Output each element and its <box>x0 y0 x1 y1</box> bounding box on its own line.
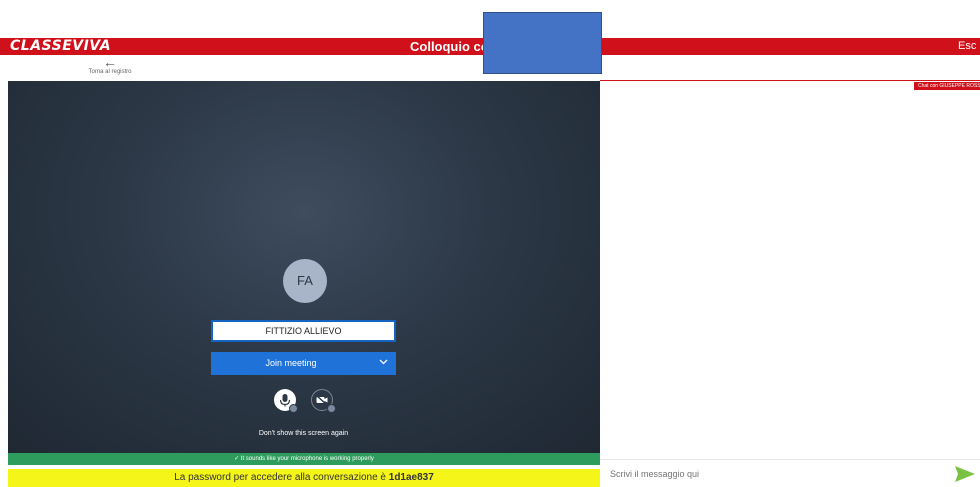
exit-link[interactable]: Esc <box>958 38 976 55</box>
back-button[interactable]: ← Torna al registro <box>80 54 140 75</box>
chat-divider <box>600 80 980 81</box>
mic-options-icon[interactable] <box>289 404 298 413</box>
password-code: 1d1ae837 <box>388 472 434 483</box>
join-meeting-button[interactable]: Join meeting <box>211 352 396 375</box>
microphone-toggle[interactable] <box>274 389 298 413</box>
microphone-status-bar: ✓ It sounds like your microphone is work… <box>8 453 600 465</box>
password-banner: La password per accedere alla conversazi… <box>8 469 600 487</box>
send-icon[interactable] <box>954 465 976 483</box>
chat-input-divider <box>600 459 980 460</box>
chat-message-input[interactable] <box>604 462 956 486</box>
name-input[interactable] <box>211 320 396 342</box>
arrow-left-icon: ← <box>103 54 117 70</box>
camera-options-icon[interactable] <box>327 404 336 413</box>
dont-show-again-link[interactable]: Don't show this screen again <box>211 430 396 437</box>
back-label: Torna al registro <box>88 69 132 75</box>
avatar: FA <box>283 259 327 303</box>
classeviva-logo: CLASSEVIVA <box>10 38 112 54</box>
redaction-box <box>483 12 602 74</box>
chat-tab[interactable]: Chat con GIUSEPPE ROSSITTO <box>914 82 980 90</box>
chevron-down-icon[interactable] <box>379 356 388 370</box>
camera-toggle[interactable] <box>311 389 336 413</box>
password-text: La password per accedere alla conversazi… <box>174 472 386 483</box>
join-meeting-label: Join meeting <box>265 358 317 368</box>
